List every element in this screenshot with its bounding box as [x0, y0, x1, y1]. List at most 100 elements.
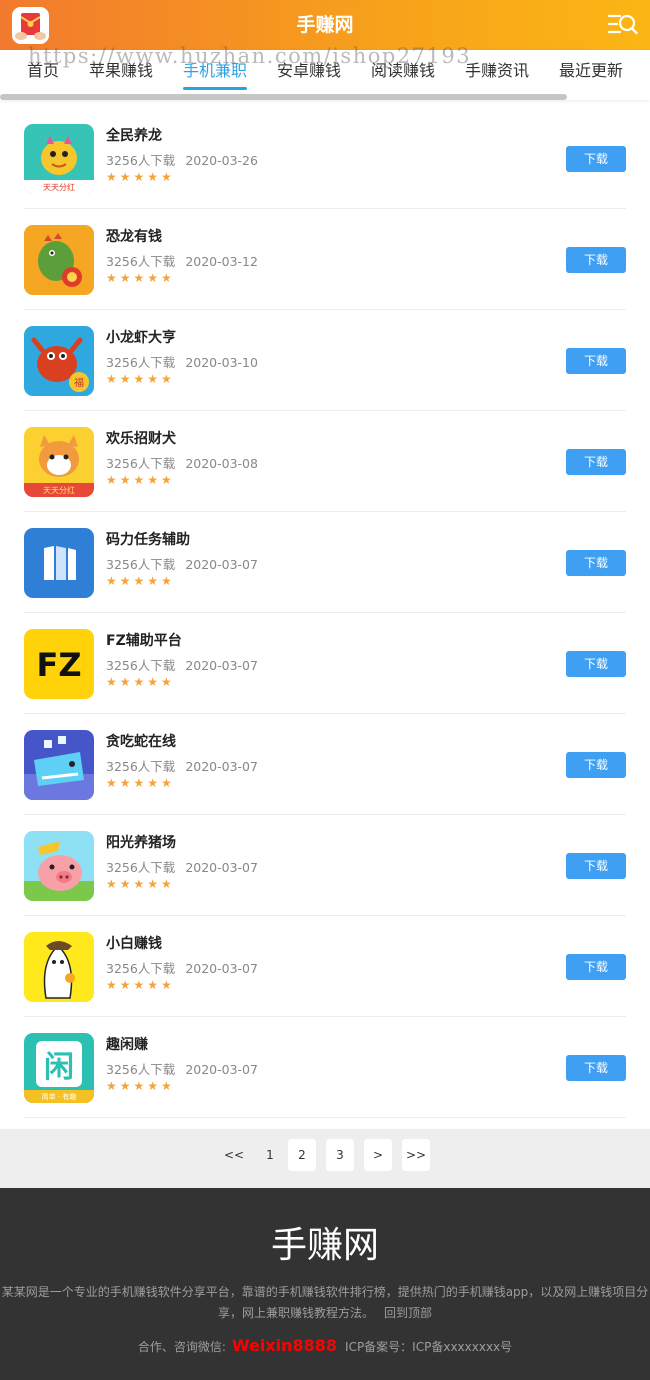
nav-item-recent[interactable]: 最近更新 [559, 60, 623, 90]
wechat-id: Weixin8888 [231, 1336, 338, 1355]
rating-stars: ★★★★★ [106, 675, 175, 689]
app-name[interactable]: 小白赚钱 [106, 933, 162, 953]
download-count: 3256人下载 [106, 759, 176, 774]
app-list: 天天分红 全民养龙 3256人下载 2020-03-26 ★★★★★ 下载 恐龙有… [24, 108, 626, 1118]
category-nav: 首页 苹果赚钱 手机兼职 安卓赚钱 阅读赚钱 手赚资讯 最近更新 [0, 50, 650, 100]
contact-label: 合作、咨询微信: [137, 1340, 226, 1354]
list-item: 天天分红 欢乐招财犬 3256人下载 2020-03-08 ★★★★★ 下载 [24, 411, 626, 512]
app-meta: 3256人下载 2020-03-07 [106, 554, 258, 573]
page-last-button[interactable]: >> [402, 1139, 430, 1171]
list-item: FZ FZ辅助平台 3256人下载 2020-03-07 ★★★★★ 下载 [24, 613, 626, 714]
download-button[interactable]: 下载 [566, 550, 626, 576]
app-header: 手赚网 [0, 0, 650, 50]
download-button[interactable]: 下载 [566, 853, 626, 879]
page-1-button[interactable]: 1 [256, 1139, 284, 1171]
yellow-dragon-icon[interactable]: 天天分红 [24, 124, 94, 194]
download-button[interactable]: 下载 [566, 146, 626, 172]
icp-number[interactable]: ICP备案号：ICP备xxxxxxxx号 [345, 1340, 512, 1354]
rating-stars: ★★★★★ [106, 473, 175, 487]
app-name[interactable]: 小龙虾大亨 [106, 327, 176, 347]
list-item: 码力任务辅助 3256人下载 2020-03-07 ★★★★★ 下载 [24, 512, 626, 613]
app-meta: 3256人下载 2020-03-10 [106, 352, 258, 371]
release-date: 2020-03-26 [185, 153, 258, 168]
footer-description-text: 某某网是一个专业的手机赚钱软件分享平台，靠谱的手机赚钱软件排行榜，提供热门的手机… [1, 1285, 649, 1320]
app-name[interactable]: 全民养龙 [106, 125, 162, 145]
release-date: 2020-03-07 [185, 1062, 258, 1077]
list-item: 闲 简单 · 有趣 趣闲赚 3256人下载 2020-03-07 ★★★★★ 下载 [24, 1017, 626, 1118]
app-name[interactable]: 贪吃蛇在线 [106, 731, 176, 751]
nav-item-android[interactable]: 安卓赚钱 [277, 60, 341, 90]
rating-stars: ★★★★★ [106, 776, 175, 790]
download-count: 3256人下载 [106, 355, 176, 370]
icon-text: 闲 [44, 1050, 74, 1085]
download-button[interactable]: 下载 [566, 651, 626, 677]
app-meta: 3256人下载 2020-03-07 [106, 958, 258, 977]
green-dinosaur-icon[interactable] [24, 225, 94, 295]
download-count: 3256人下载 [106, 153, 176, 168]
download-button[interactable]: 下载 [566, 449, 626, 475]
nav-item-news[interactable]: 手赚资讯 [465, 60, 529, 90]
app-meta: 3256人下载 2020-03-07 [106, 655, 258, 674]
list-item: 阳光养猪场 3256人下载 2020-03-07 ★★★★★ 下载 [24, 815, 626, 916]
download-button[interactable]: 下载 [566, 247, 626, 273]
download-button[interactable]: 下载 [566, 1055, 626, 1081]
rating-stars: ★★★★★ [106, 271, 175, 285]
nav-item-apple[interactable]: 苹果赚钱 [89, 60, 153, 90]
crayfish-icon[interactable]: 福 [24, 326, 94, 396]
icon-text: FZ [36, 646, 81, 684]
release-date: 2020-03-08 [185, 456, 258, 471]
nav-item-reading[interactable]: 阅读赚钱 [371, 60, 435, 90]
download-count: 3256人下载 [106, 254, 176, 269]
download-count: 3256人下载 [106, 456, 176, 471]
rating-stars: ★★★★★ [106, 574, 175, 588]
qu-xian-zhuan-icon[interactable]: 闲 简单 · 有趣 [24, 1033, 94, 1103]
footer-title: 手赚网 [270, 1225, 379, 1266]
list-item: 恐龙有钱 3256人下载 2020-03-12 ★★★★★ 下载 [24, 209, 626, 310]
app-meta: 3256人下载 2020-03-07 [106, 1059, 258, 1078]
icon-text: 天天分红 [43, 182, 75, 192]
page-prev-button[interactable]: << [220, 1139, 248, 1171]
rating-stars: ★★★★★ [106, 372, 175, 386]
app-name[interactable]: 恐龙有钱 [106, 226, 162, 246]
release-date: 2020-03-07 [185, 860, 258, 875]
site-title: 手赚网 [296, 14, 354, 36]
app-name[interactable]: 码力任务辅助 [106, 529, 190, 549]
app-name[interactable]: 欢乐招财犬 [106, 428, 176, 448]
app-name[interactable]: FZ辅助平台 [106, 630, 182, 650]
back-to-top-link[interactable]: 回到顶部 [384, 1306, 432, 1320]
site-footer: 手赚网 某某网是一个专业的手机赚钱软件分享平台，靠谱的手机赚钱软件排行榜，提供热… [0, 1188, 650, 1380]
rating-stars: ★★★★★ [106, 1079, 175, 1093]
blue-whale-icon[interactable] [24, 730, 94, 800]
download-button[interactable]: 下载 [566, 348, 626, 374]
page-next-button[interactable]: > [364, 1139, 392, 1171]
menu-search-icon[interactable] [607, 11, 638, 39]
download-button[interactable]: 下载 [566, 954, 626, 980]
download-count: 3256人下载 [106, 658, 176, 673]
app-name[interactable]: 趣闲赚 [106, 1034, 148, 1054]
pig-icon[interactable] [24, 831, 94, 901]
icon-text: 天天分红 [43, 485, 75, 495]
footer-description: 某某网是一个专业的手机赚钱软件分享平台，靠谱的手机赚钱软件排行榜，提供热门的手机… [0, 1282, 650, 1324]
rating-stars: ★★★★★ [106, 170, 175, 184]
download-button[interactable]: 下载 [566, 752, 626, 778]
page-3-button[interactable]: 3 [326, 1139, 354, 1171]
rating-stars: ★★★★★ [106, 978, 175, 992]
nav-item-mobile-parttime[interactable]: 手机兼职 [183, 60, 248, 90]
icon-subtext: 简单 · 有趣 [42, 1092, 77, 1101]
list-item: 贪吃蛇在线 3256人下载 2020-03-07 ★★★★★ 下载 [24, 714, 626, 815]
white-chick-icon[interactable] [24, 932, 94, 1002]
download-count: 3256人下载 [106, 557, 176, 572]
release-date: 2020-03-07 [185, 759, 258, 774]
release-date: 2020-03-10 [185, 355, 258, 370]
list-item: 天天分红 全民养龙 3256人下载 2020-03-26 ★★★★★ 下载 [24, 108, 626, 209]
nav-scrollbar[interactable] [0, 94, 567, 100]
blue-book-icon[interactable] [24, 528, 94, 598]
nav-item-home[interactable]: 首页 [27, 60, 59, 90]
page-2-button[interactable]: 2 [288, 1139, 316, 1171]
rating-stars: ★★★★★ [106, 877, 175, 891]
fz-logo-icon[interactable]: FZ [24, 629, 94, 699]
shiba-dog-icon[interactable]: 天天分红 [24, 427, 94, 497]
list-item: 福 小龙虾大亨 3256人下载 2020-03-10 ★★★★★ 下载 [24, 310, 626, 411]
app-meta: 3256人下载 2020-03-08 [106, 453, 258, 472]
app-name[interactable]: 阳光养猪场 [106, 832, 176, 852]
